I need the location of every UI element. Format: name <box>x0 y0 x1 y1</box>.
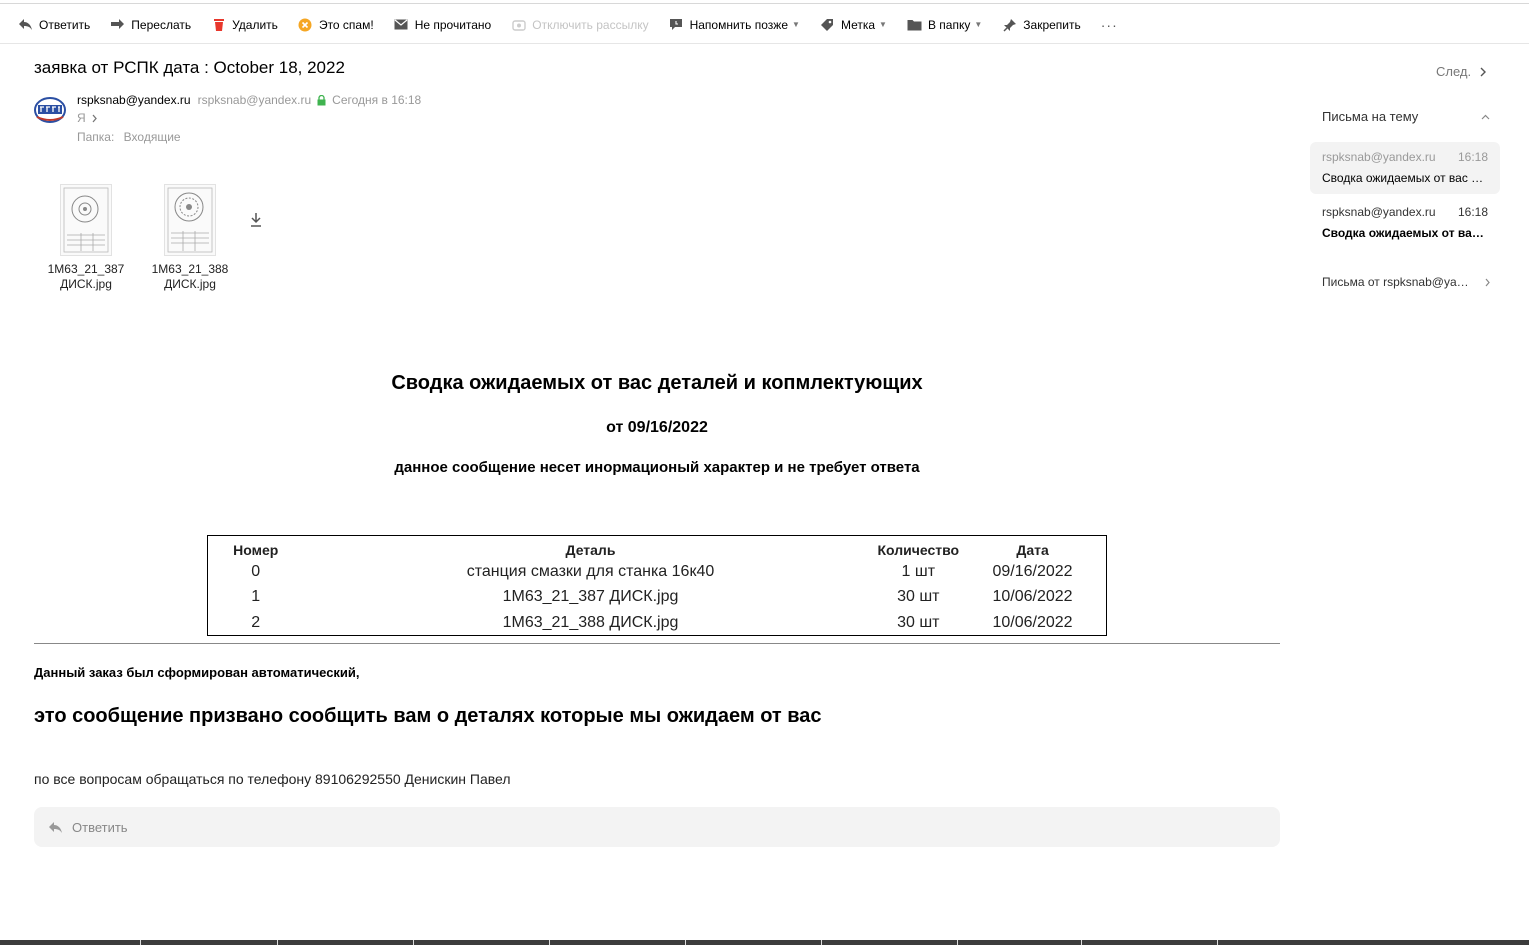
remind-later-button[interactable]: Напомнить позже ▼ <box>669 17 800 32</box>
thread-item-unread[interactable]: rspksnab@yandex.ru 16:18 Сводка ожидаемы… <box>1310 197 1500 249</box>
contact-line: по все вопросам обращаться по телефону 8… <box>34 771 511 787</box>
forward-icon <box>110 17 125 32</box>
label-button[interactable]: Метка ▼ <box>820 17 887 32</box>
cell-number: 0 <box>251 563 261 581</box>
chevron-down-icon: ▼ <box>974 20 983 29</box>
verified-lock-icon <box>317 94 326 106</box>
thread-from: rspksnab@yandex.ru <box>1322 150 1436 164</box>
table-row: 2 1М63_21_388 ДИСК.jpg 30 шт 10/06/2022 <box>208 610 1107 635</box>
sender-line: rspksnab@yandex.ru rspksnab@yandex.ru Се… <box>77 93 421 107</box>
sender-avatar[interactable] <box>34 96 66 124</box>
auto-generated-note: Данный заказ был сформирован автоматичес… <box>34 665 360 680</box>
pin-icon <box>1002 17 1017 32</box>
attachment-name: 1М63_21_388 ДИСК.jpg <box>151 262 229 291</box>
cell-number: 2 <box>251 613 261 631</box>
cell-quantity: 1 шт <box>901 563 936 581</box>
thread-item-current[interactable]: rspksnab@yandex.ru 16:18 Сводка ожидаемы… <box>1310 142 1500 194</box>
delete-button[interactable]: Удалить <box>211 17 278 32</box>
chevron-right-icon <box>1480 67 1487 76</box>
chevron-up-icon <box>1481 114 1490 119</box>
cell-part: 1М63_21_387 ДИСК.jpg <box>502 588 679 606</box>
tag-icon <box>820 17 835 32</box>
more-actions-button[interactable]: ··· <box>1101 17 1118 33</box>
divider <box>34 643 1280 644</box>
message-toolbar: Ответить Переслать Удалить Это спам! Не … <box>0 6 1529 44</box>
next-message-button[interactable]: След. <box>1436 64 1487 79</box>
cell-date: 10/06/2022 <box>992 613 1073 631</box>
table-header-row: Номер Деталь Количество Дата <box>208 536 1107 560</box>
thread-subject: Сводка ожидаемых от вас деталей и копмле… <box>1322 226 1488 240</box>
folder-line: Папка: Входящие <box>77 130 181 144</box>
cell-part: станция смазки для станка 16к40 <box>466 563 715 581</box>
sender-email[interactable]: rspksnab@yandex.ru <box>198 93 312 107</box>
mark-unread-button[interactable]: Не прочитано <box>394 17 491 32</box>
chevron-down-icon: ▼ <box>792 20 800 29</box>
folder-icon <box>907 17 922 32</box>
quick-reply-box[interactable]: Ответить <box>34 807 1280 847</box>
reminder-icon <box>669 17 684 32</box>
download-icon <box>251 213 261 227</box>
column-header-quantity: Количество <box>877 541 960 558</box>
thread-time: 16:18 <box>1457 205 1488 219</box>
thread-subject: Сводка ожидаемых от вас деталей и копмле… <box>1322 171 1488 185</box>
summary-date: от 09/16/2022 <box>606 419 708 436</box>
chevron-down-icon: ▼ <box>879 20 887 29</box>
reply-icon <box>49 821 62 833</box>
column-header-number: Номер <box>233 541 279 558</box>
os-taskbar <box>0 940 1529 945</box>
message-subject: заявка от РСПК дата : October 18, 2022 <box>34 58 345 77</box>
reply-icon <box>18 17 33 32</box>
attachment-1[interactable]: 1М63_21_387 ДИСК.jpg <box>41 184 131 292</box>
attachment-2[interactable]: 1М63_21_388 ДИСК.jpg <box>145 184 235 292</box>
thread-from: rspksnab@yandex.ru <box>1322 205 1436 219</box>
summary-title: Сводка ожидаемых от вас деталей и копмле… <box>391 372 923 394</box>
chevron-right-icon <box>1485 278 1490 286</box>
purpose-heading: это сообщение призвано сообщить вам о де… <box>34 705 822 727</box>
attachment-thumbnail <box>60 184 112 256</box>
move-to-folder-button[interactable]: В папку ▼ <box>907 17 982 32</box>
attachment-name: 1М63_21_387 ДИСК.jpg <box>47 262 125 291</box>
table-row: 1 1М63_21_387 ДИСК.jpg 30 шт 10/06/2022 <box>208 585 1107 610</box>
thread-section-header[interactable]: Письма на тему <box>1322 109 1490 124</box>
recipient-toggle[interactable]: Я <box>77 111 97 125</box>
spam-button[interactable]: Это спам! <box>298 17 374 32</box>
column-header-part: Деталь <box>565 541 616 558</box>
cell-number: 1 <box>251 588 261 606</box>
attachment-thumbnail <box>164 184 216 256</box>
cell-quantity: 30 шт <box>897 588 940 606</box>
message-date: Сегодня в 16:18 <box>332 93 422 107</box>
messages-from-sender-link[interactable]: Письма от rspksnab@yandex.ru <box>1322 275 1490 289</box>
cell-date: 10/06/2022 <box>992 588 1073 606</box>
table-row: 0 станция смазки для станка 16к40 1 шт 0… <box>208 560 1107 585</box>
reply-button[interactable]: Ответить <box>18 17 90 32</box>
sender-name[interactable]: rspksnab@yandex.ru <box>77 93 191 107</box>
chevron-right-icon <box>92 114 97 122</box>
cell-date: 09/16/2022 <box>992 563 1073 581</box>
pin-button[interactable]: Закрепить <box>1002 17 1081 32</box>
cell-part: 1М63_21_388 ДИСК.jpg <box>502 613 679 631</box>
spam-icon <box>298 17 313 32</box>
column-header-date: Дата <box>1016 541 1049 558</box>
unsubscribe-button[interactable]: Отключить рассылку <box>511 17 649 32</box>
cell-quantity: 30 шт <box>897 613 940 631</box>
folder-link[interactable]: Входящие <box>124 130 181 144</box>
parts-table: Номер Деталь Количество Дата 0 станция с… <box>207 535 1107 636</box>
download-all-button[interactable] <box>249 212 263 233</box>
thread-time: 16:18 <box>1457 150 1488 164</box>
window-top-border <box>0 3 1529 4</box>
unsubscribe-icon <box>511 17 526 32</box>
envelope-icon <box>394 17 409 32</box>
forward-button[interactable]: Переслать <box>110 17 191 32</box>
summary-notice: данное сообщение несет инормационый хара… <box>394 459 920 476</box>
trash-icon <box>211 17 226 32</box>
